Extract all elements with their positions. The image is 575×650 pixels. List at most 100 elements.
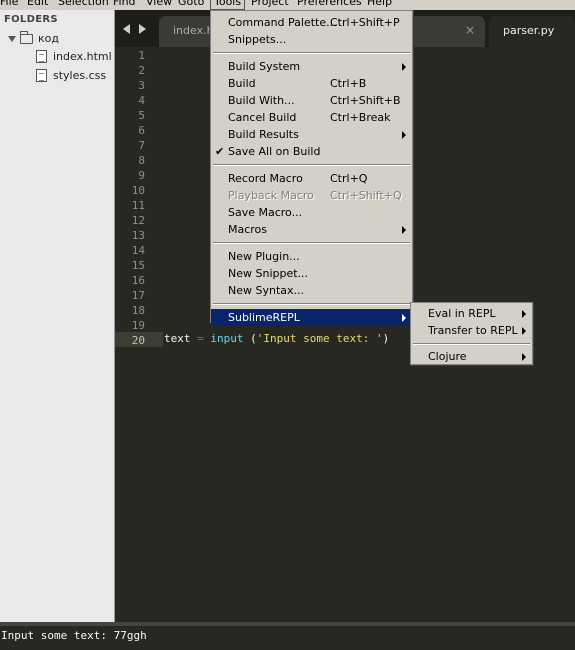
file-icon bbox=[36, 69, 47, 82]
submenu-item-transfer-to-repl[interactable]: Transfer to REPL bbox=[411, 322, 532, 339]
menu-item-new-plugin[interactable]: New Plugin... bbox=[211, 248, 412, 265]
submenu-arrow-icon bbox=[522, 327, 526, 335]
line-number: 8 bbox=[138, 154, 145, 167]
sidebar-folder[interactable]: код bbox=[8, 30, 59, 45]
menu-item-cancel-build[interactable]: Cancel Build Ctrl+Break bbox=[211, 109, 412, 126]
console-text: Input some text: 77ggh bbox=[1, 629, 147, 642]
tab-parser[interactable]: parser.py bbox=[489, 16, 575, 47]
line-number: 9 bbox=[138, 169, 145, 182]
menu-item-build-system[interactable]: Build System bbox=[211, 58, 412, 75]
line-number: 4 bbox=[138, 94, 145, 107]
line-number: 15 bbox=[131, 259, 145, 272]
submenu-arrow-icon bbox=[522, 310, 526, 318]
line-number: 14 bbox=[131, 244, 145, 257]
menu-edit[interactable]: Edit bbox=[27, 0, 48, 8]
line-number: 6 bbox=[138, 124, 145, 137]
menu-item-label: New Snippet... bbox=[228, 267, 309, 280]
menu-item-snippets[interactable]: Snippets... bbox=[211, 31, 412, 48]
line-number: 12 bbox=[131, 214, 145, 227]
tab-label: index.h bbox=[173, 24, 214, 37]
menu-item-command-palette[interactable]: Command Palette... Ctrl+Shift+P bbox=[211, 14, 412, 31]
menu-item-build-results[interactable]: Build Results bbox=[211, 126, 412, 143]
line-number: 13 bbox=[131, 229, 145, 242]
file-label: index.html bbox=[53, 50, 112, 63]
submenu-item-clojure[interactable]: Clojure bbox=[411, 348, 532, 365]
sidebar-file-index[interactable]: index.html bbox=[36, 50, 112, 63]
code-token-variable: text bbox=[164, 332, 191, 345]
menu-item-label: Snippets... bbox=[228, 33, 287, 46]
code-token-close-paren: ) bbox=[382, 332, 390, 345]
menu-item-save-all-on-build[interactable]: ✔ Save All on Build bbox=[211, 143, 412, 160]
menu-item-shortcut: Ctrl+Break bbox=[330, 111, 391, 124]
menu-selection[interactable]: Selection bbox=[58, 0, 109, 8]
line-number: 17 bbox=[131, 289, 145, 302]
line-number: 2 bbox=[138, 64, 145, 77]
code-line-20[interactable]: text = input ('Input some text: ') bbox=[164, 332, 389, 345]
code-token-open-paren: ( bbox=[250, 332, 257, 345]
menu-item-shortcut: Ctrl+Shift+P bbox=[330, 16, 400, 29]
sidebar: FOLDERS код index.html styles.css bbox=[0, 10, 115, 622]
expand-arrow-icon[interactable] bbox=[8, 35, 16, 42]
menu-item-label: Macros bbox=[228, 223, 268, 236]
folder-icon bbox=[20, 30, 33, 44]
line-number: 7 bbox=[138, 139, 145, 152]
folder-label: код bbox=[38, 32, 59, 45]
menu-item-label: Save All on Build bbox=[228, 145, 321, 158]
menu-separator bbox=[213, 242, 410, 244]
tab-unnamed[interactable]: × bbox=[405, 16, 485, 47]
checkmark-icon: ✔ bbox=[215, 145, 225, 158]
menu-item-label: New Plugin... bbox=[228, 250, 300, 263]
line-number: 18 bbox=[131, 304, 145, 317]
code-token-string: 'Input some text: ' bbox=[256, 332, 383, 345]
menu-separator bbox=[213, 52, 410, 54]
menu-item-sublimerepl[interactable]: SublimeREPL bbox=[211, 309, 412, 326]
menu-item-label: Command Palette... bbox=[228, 16, 337, 29]
menu-find[interactable]: Find bbox=[113, 0, 136, 8]
code-token-operator: = bbox=[197, 332, 204, 345]
sidebar-file-styles[interactable]: styles.css bbox=[36, 69, 106, 82]
menu-item-label: Save Macro... bbox=[228, 206, 303, 219]
menu-item-record-macro[interactable]: Record Macro Ctrl+Q bbox=[211, 170, 412, 187]
menu-item-shortcut: Ctrl+Shift+B bbox=[330, 94, 401, 107]
menu-item-shortcut: Ctrl+Shift+Q bbox=[330, 189, 402, 202]
close-tab-icon[interactable]: × bbox=[465, 16, 475, 45]
menu-goto[interactable]: Goto bbox=[178, 0, 204, 8]
menu-item-label: New Syntax... bbox=[228, 284, 305, 297]
submenu-item-eval-in-repl[interactable]: Eval in REPL bbox=[411, 305, 532, 322]
menu-bar: File Edit Selection Find View Goto Tools… bbox=[0, 0, 575, 10]
menu-tools[interactable]: Tools bbox=[210, 0, 246, 10]
folders-header: FOLDERS bbox=[4, 14, 58, 25]
menu-item-build-with[interactable]: Build With... Ctrl+Shift+B bbox=[211, 92, 412, 109]
menu-help[interactable]: Help bbox=[367, 0, 392, 8]
menu-file[interactable]: File bbox=[0, 0, 18, 8]
submenu-arrow-icon bbox=[522, 353, 526, 361]
menu-item-label: Clojure bbox=[428, 350, 467, 363]
menu-separator bbox=[213, 303, 410, 305]
menu-item-new-snippet[interactable]: New Snippet... bbox=[211, 265, 412, 282]
menu-project[interactable]: Project bbox=[251, 0, 289, 8]
menu-item-build[interactable]: Build Ctrl+B bbox=[211, 75, 412, 92]
menu-item-label: Transfer to REPL bbox=[428, 324, 518, 337]
tab-scroll-right-icon[interactable] bbox=[139, 24, 146, 34]
menu-item-label: Eval in REPL bbox=[428, 307, 496, 320]
line-number: 11 bbox=[131, 199, 145, 212]
menu-view[interactable]: View bbox=[146, 0, 172, 8]
menu-item-label: Record Macro bbox=[228, 172, 303, 185]
menu-item-save-macro[interactable]: Save Macro... bbox=[211, 204, 412, 221]
menu-item-new-syntax[interactable]: New Syntax... bbox=[211, 282, 412, 299]
submenu-arrow-icon bbox=[402, 314, 406, 322]
line-number: 3 bbox=[138, 79, 145, 92]
tab-scroll-left-icon[interactable] bbox=[123, 24, 130, 34]
console-output[interactable]: Input some text: 77ggh bbox=[0, 622, 575, 650]
menu-preferences[interactable]: Preferences bbox=[297, 0, 362, 8]
menu-item-macros[interactable]: Macros bbox=[211, 221, 412, 238]
file-label: styles.css bbox=[53, 69, 107, 82]
menu-item-label: Build Results bbox=[228, 128, 299, 141]
code-token-function: input bbox=[210, 332, 244, 345]
menu-item-label: Playback Macro bbox=[228, 189, 314, 202]
menu-item-label: SublimeREPL bbox=[228, 311, 300, 324]
menu-item-label: Build System bbox=[228, 60, 301, 73]
submenu-arrow-icon bbox=[402, 63, 406, 71]
menu-item-label: Cancel Build bbox=[228, 111, 297, 124]
tools-menu: Command Palette... Ctrl+Shift+P Snippets..… bbox=[210, 10, 413, 326]
